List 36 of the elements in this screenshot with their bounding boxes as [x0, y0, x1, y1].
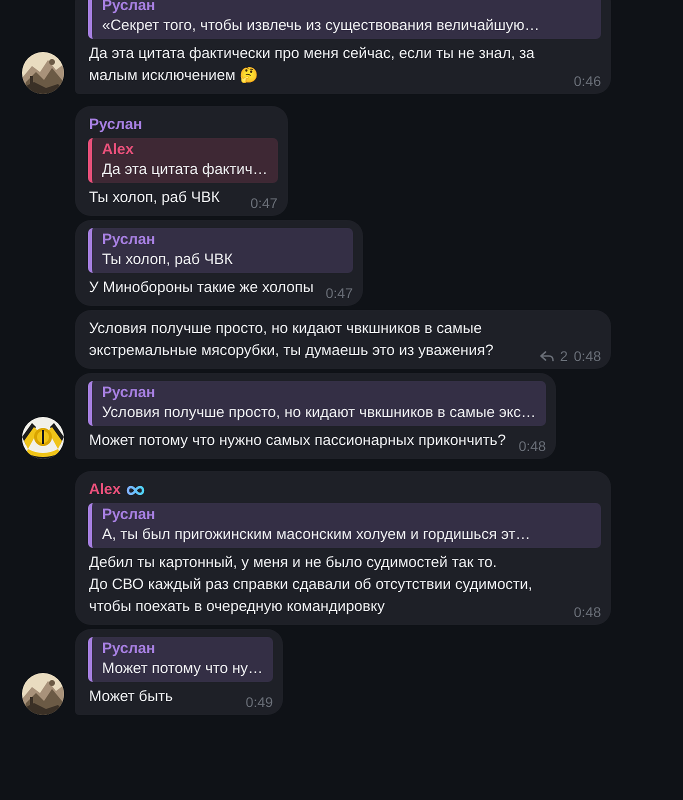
message-text: Да эта цитата фактически про меня сейчас, если ты не знал, за малым исключением 🤔	[89, 44, 536, 86]
quote-author: Руслан	[102, 383, 156, 403]
message-time: 0:48	[518, 437, 546, 455]
message-text: У Минобороны такие же холопы	[89, 278, 314, 298]
quote-author: Руслан	[102, 0, 156, 16]
reply-quote[interactable]: Руслан «Секрет того, чтобы извлечь из существования величайшую…	[88, 0, 601, 39]
quote-text: Ты холоп, раб ЧВК	[102, 250, 234, 270]
reply-quote[interactable]: Руслан Условия получше просто, но кидают чвкшников в самые экс…	[88, 381, 546, 426]
sender-name[interactable]: Alex	[89, 479, 121, 501]
message-text: Условия получше просто, но кидают чвкшников в самые экстремальные мясорубки, ты думаешь это из уважения?	[89, 319, 494, 361]
quote-author: Руслан	[102, 505, 156, 525]
message-time: 0:48	[574, 603, 601, 621]
quote-text: А, ты был пригожинским масонским холуем и гордишься эт…	[102, 525, 532, 545]
reply-quote[interactable]: Alex Да эта цитата фактич…	[88, 138, 278, 183]
message-time: 0:49	[246, 693, 273, 711]
message-text: Может быть	[89, 687, 173, 707]
message-time: 0:47	[250, 194, 278, 212]
quote-author: Alex	[102, 140, 135, 160]
quote-author: Руслан	[102, 230, 156, 250]
sender-name[interactable]: Руслан	[89, 114, 142, 136]
message-time: 0:47	[326, 284, 353, 302]
reply-quote[interactable]: Руслан А, ты был пригожинским масонским холуем и гордишься эт…	[88, 503, 601, 548]
quote-text: Да эта цитата фактич…	[102, 160, 268, 180]
quote-author: Руслан	[102, 639, 156, 659]
message-text: Может потому что нужно самых пассионарных прикончить?	[89, 431, 506, 451]
reply-quote[interactable]: Руслан Может потому что ну…	[88, 637, 273, 682]
quote-text: «Секрет того, чтобы извлечь из существования величайшую…	[102, 16, 540, 36]
quote-text: Может потому что ну…	[102, 659, 263, 679]
message-text: Дебил ты картонный, у меня и не было судимостей так то. До СВО каждый раз справки сдавали об отсутствии судимости, чтобы поехать в очередную командировку	[89, 553, 534, 617]
message-text: Ты холоп, раб ЧВК	[89, 188, 220, 208]
reply-icon	[540, 350, 554, 362]
reply-count: 2	[560, 347, 568, 365]
message-time: 0:46	[574, 72, 601, 90]
quote-text: Условия получше просто, но кидают чвкшников в самые экс…	[102, 403, 536, 423]
reply-quote[interactable]: Руслан Ты холоп, раб ЧВК	[88, 228, 353, 273]
message-time: 0:48	[574, 347, 601, 365]
